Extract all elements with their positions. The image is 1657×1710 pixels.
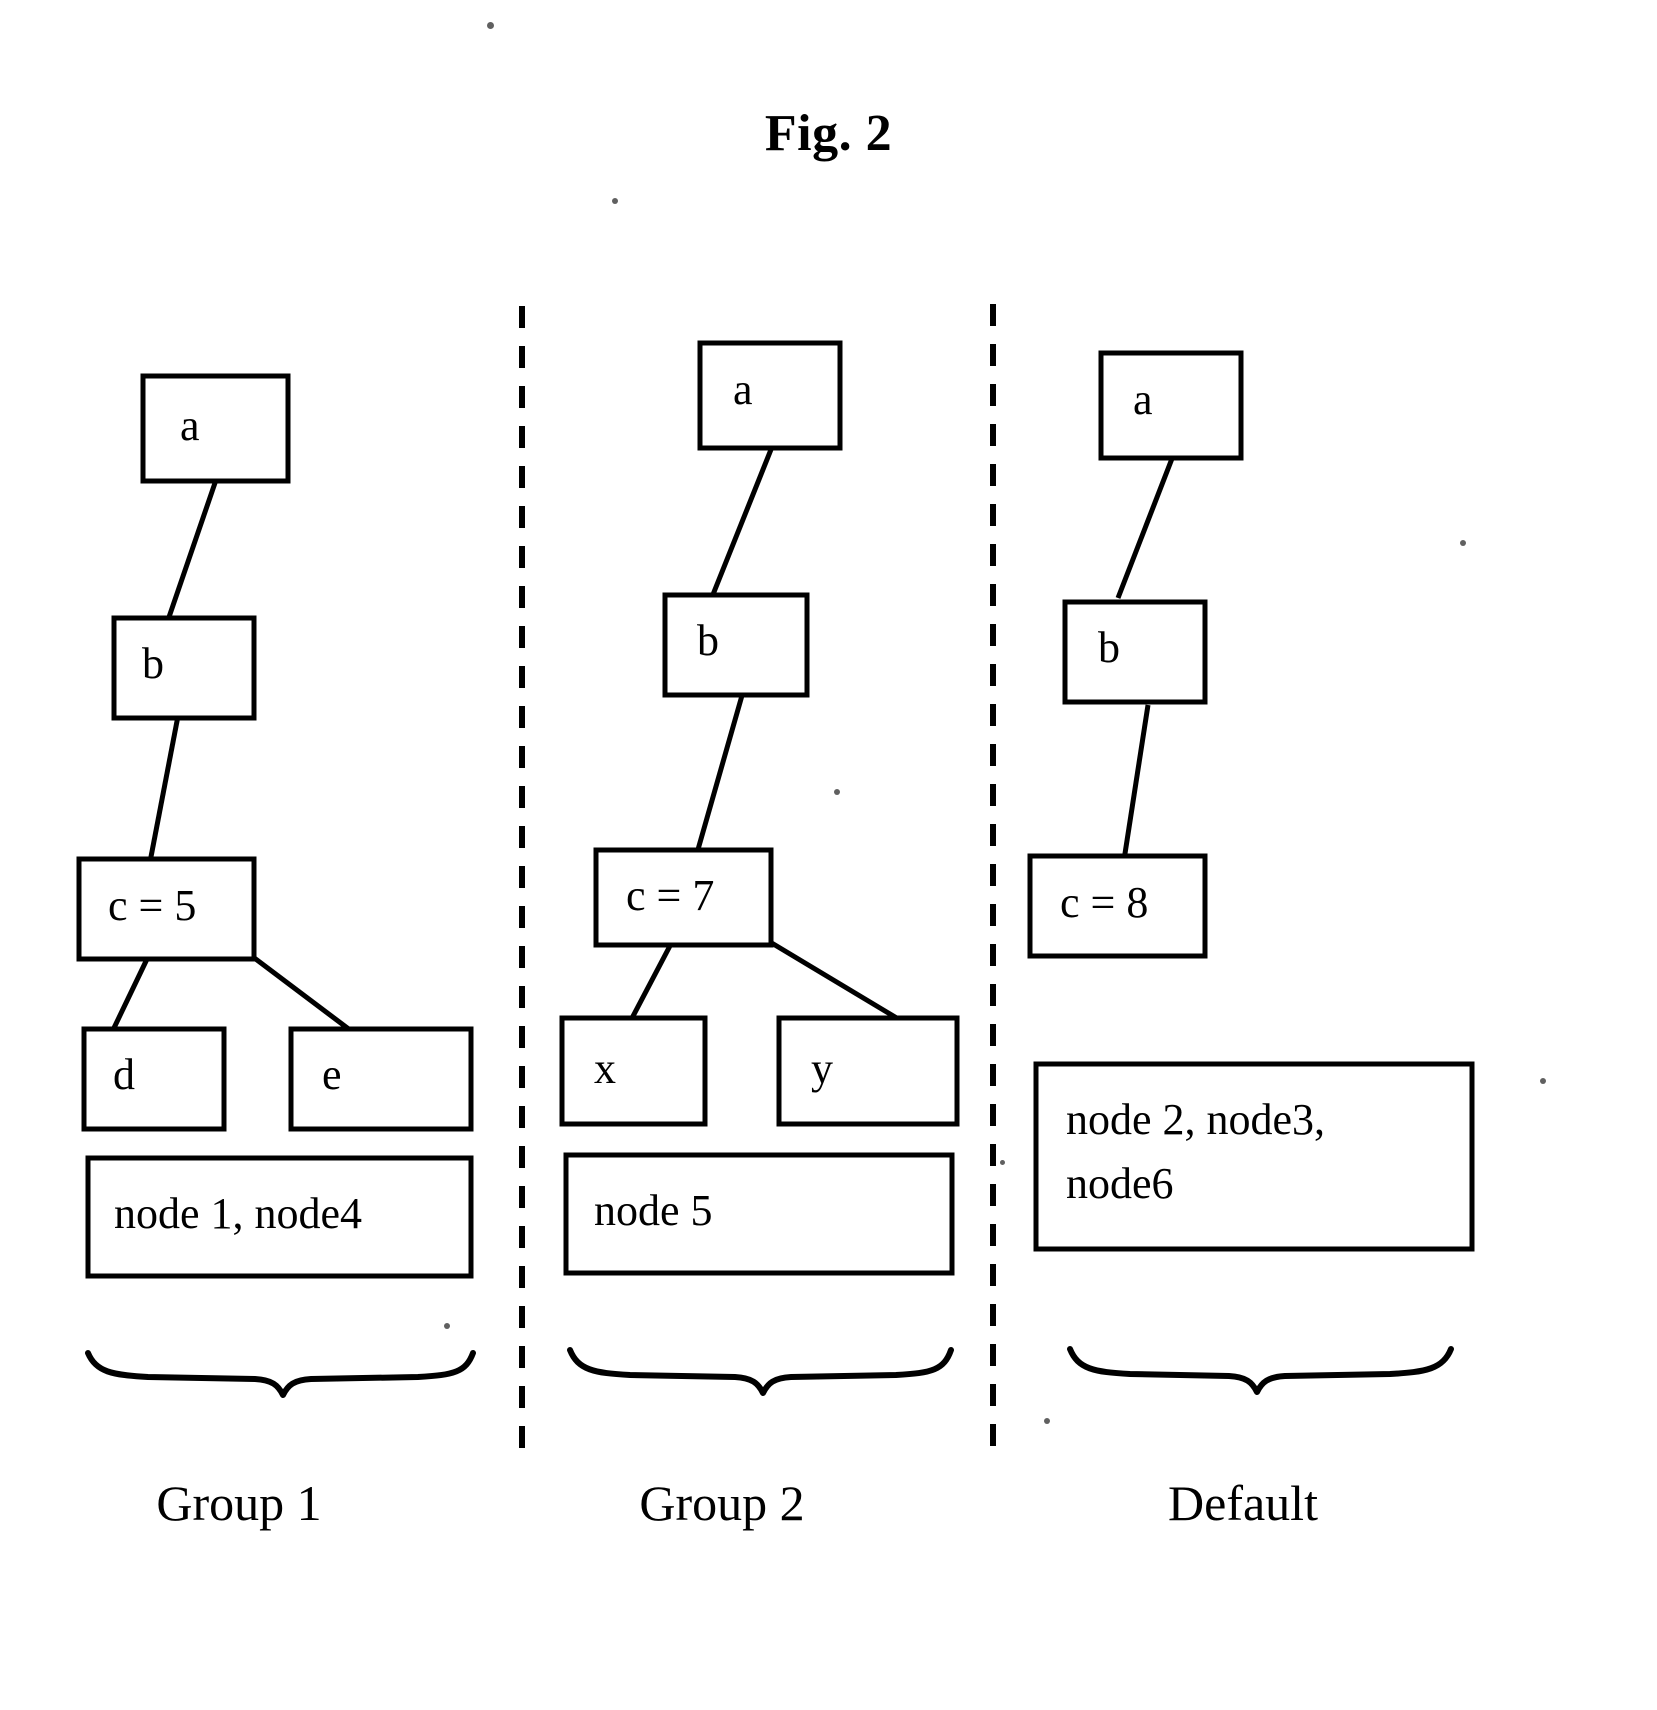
node-box-b[interactable] <box>111 615 257 721</box>
node-label-c: c = 8 <box>1060 878 1148 927</box>
edge-a-to-b <box>165 479 219 621</box>
edge-c-to-x <box>628 940 675 1022</box>
edge-a-to-b <box>709 446 775 598</box>
group-1-tree: a b c = 5 d e node 1, node4 Group 1 <box>76 373 476 1531</box>
node-list-line: node 2, node3, <box>1066 1095 1325 1144</box>
node-box-y[interactable] <box>776 1015 960 1127</box>
node-label-y: y <box>811 1044 833 1093</box>
edge-c-to-y <box>768 939 902 1023</box>
edge-a-to-b <box>1115 455 1176 599</box>
node-box-a[interactable] <box>697 340 843 451</box>
node-label-b: b <box>1098 623 1120 672</box>
node-list-box[interactable] <box>1033 1061 1475 1252</box>
node-label-c: c = 7 <box>626 871 714 920</box>
group-brace <box>85 1350 476 1398</box>
node-list-line: node6 <box>1066 1159 1174 1208</box>
node-label-b: b <box>142 639 164 688</box>
node-box-x[interactable] <box>559 1015 708 1127</box>
group-label: Default <box>1168 1475 1318 1531</box>
default-tree: a b c = 8 node 2, node3, node6 Default <box>1027 350 1475 1531</box>
node-box-e[interactable] <box>288 1026 474 1132</box>
node-list-line: node 1, node4 <box>114 1189 362 1238</box>
node-label-a: a <box>1133 375 1153 424</box>
diagram-canvas: a b c = 5 d e node 1, node4 Group 1 a b <box>76 304 1475 1531</box>
edge-c-to-d <box>110 955 151 1032</box>
group-label: Group 1 <box>156 1475 321 1531</box>
node-box-a[interactable] <box>1098 350 1244 461</box>
node-label-c: c = 5 <box>108 881 196 930</box>
group-brace <box>1067 1346 1454 1395</box>
figure-page: Fig. 2 a b c = 5 d e node 1, node4 Group… <box>0 0 1657 1710</box>
node-box-b[interactable] <box>1062 599 1208 705</box>
node-label-b: b <box>697 616 719 665</box>
node-box-d[interactable] <box>81 1026 227 1132</box>
group-label: Group 2 <box>639 1475 804 1531</box>
node-box-a[interactable] <box>140 373 291 484</box>
node-box-b[interactable] <box>662 592 810 698</box>
edge-b-to-c <box>1121 704 1151 861</box>
group-brace <box>567 1347 954 1396</box>
edge-c-to-e <box>251 955 352 1032</box>
node-label-a: a <box>180 401 200 450</box>
node-label-a: a <box>733 365 753 414</box>
edge-b-to-c <box>694 691 746 854</box>
group-2-tree: a b c = 7 x y node 5 Group 2 <box>559 340 960 1531</box>
edge-b-to-c <box>147 715 181 863</box>
node-label-e: e <box>322 1050 342 1099</box>
node-list-line: node 5 <box>594 1186 713 1235</box>
node-label-d: d <box>113 1050 135 1099</box>
node-label-x: x <box>594 1044 616 1093</box>
